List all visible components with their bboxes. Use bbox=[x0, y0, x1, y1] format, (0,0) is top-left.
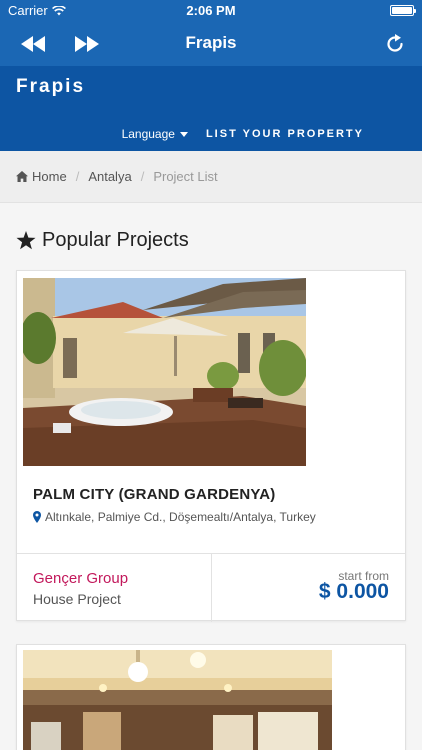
list-property-link[interactable]: LIST YOUR PROPERTY bbox=[206, 128, 364, 140]
map-marker-icon bbox=[33, 511, 41, 523]
breadcrumb-home-label: Home bbox=[32, 169, 67, 184]
refresh-icon bbox=[387, 34, 403, 52]
refresh-button[interactable] bbox=[380, 30, 410, 58]
language-label: Language bbox=[121, 127, 175, 141]
status-time: 2:06 PM bbox=[186, 3, 236, 18]
project-photo-image bbox=[23, 278, 306, 466]
project-photo-image bbox=[23, 650, 332, 750]
site-header: Frapis Language LIST YOUR PROPERTY bbox=[0, 66, 422, 151]
caret-down-icon bbox=[179, 132, 188, 137]
brand-logo[interactable]: Frapis bbox=[16, 76, 85, 98]
section-title: Popular Projects bbox=[16, 229, 189, 252]
status-bar: Carrier 2:06 PM bbox=[0, 0, 422, 22]
project-card[interactable]: PALM CITY (GRAND GARDENYA) Altınkale, Pa… bbox=[16, 270, 406, 622]
home-icon bbox=[16, 171, 28, 182]
nav-title: Frapis bbox=[185, 33, 237, 52]
breadcrumb: Home / Antalya / Project List bbox=[0, 151, 422, 203]
project-company[interactable]: Gençer Group bbox=[33, 570, 128, 587]
breadcrumb-separator: / bbox=[140, 169, 145, 184]
project-location: Altınkale, Palmiye Cd., Döşemealtı/Antal… bbox=[33, 510, 316, 524]
breadcrumb-current: Project List bbox=[153, 169, 218, 184]
header-links: Language LIST YOUR PROPERTY bbox=[122, 127, 364, 141]
battery-icon bbox=[390, 5, 416, 16]
project-title[interactable]: PALM CITY (GRAND GARDENYA) bbox=[33, 486, 275, 503]
breadcrumb-separator: / bbox=[75, 169, 80, 184]
star-icon bbox=[16, 231, 36, 250]
breadcrumb-home[interactable]: Home bbox=[16, 169, 67, 184]
language-dropdown[interactable]: Language bbox=[122, 127, 188, 141]
footer-divider bbox=[211, 554, 212, 622]
project-photo[interactable] bbox=[23, 650, 332, 750]
section-title-label: Popular Projects bbox=[42, 229, 189, 251]
browser-nav-bar: Frapis bbox=[0, 22, 422, 66]
breadcrumb-city[interactable]: Antalya bbox=[88, 169, 131, 184]
project-photo[interactable] bbox=[23, 278, 306, 466]
project-type: House Project bbox=[33, 591, 121, 607]
project-card-footer: Gençer Group House Project start from $ … bbox=[17, 553, 405, 622]
project-price: $ 0.000 bbox=[318, 580, 389, 603]
project-location-label: Altınkale, Palmiye Cd., Döşemealtı/Antal… bbox=[45, 510, 316, 524]
project-card[interactable] bbox=[16, 644, 406, 750]
